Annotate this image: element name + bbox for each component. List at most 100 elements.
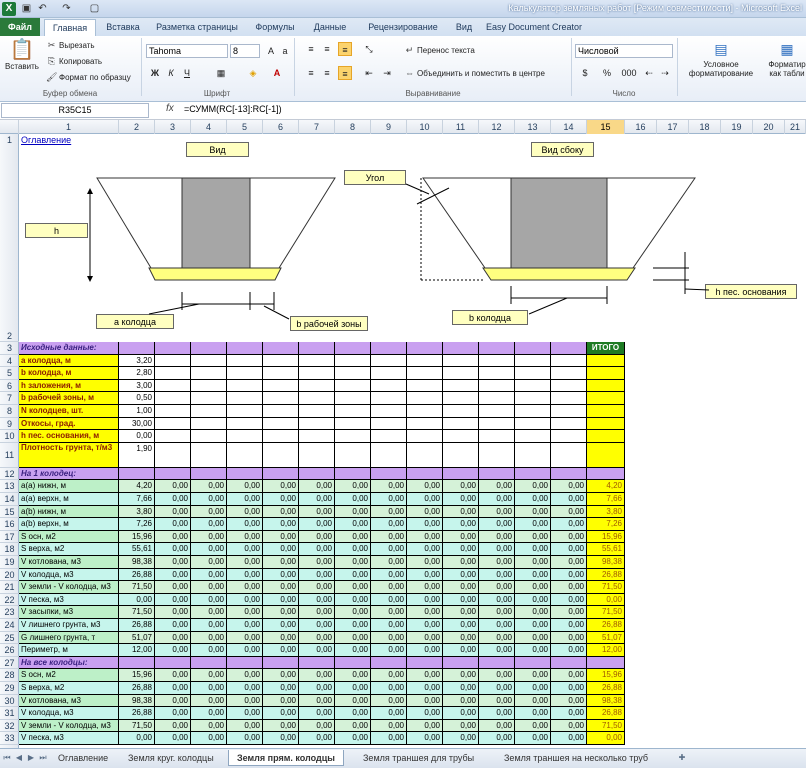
value-cell[interactable]: 0,00: [119, 593, 155, 607]
value-cell[interactable]: [299, 354, 335, 368]
band-cell[interactable]: [191, 656, 227, 670]
value-cell[interactable]: 0,00: [227, 619, 263, 632]
column-header[interactable]: 13: [515, 120, 551, 134]
value-cell[interactable]: [443, 354, 479, 368]
row-header[interactable]: 26: [0, 644, 19, 657]
value-cell[interactable]: 0,00: [479, 631, 515, 645]
value-cell[interactable]: [479, 417, 515, 431]
tab-insert[interactable]: Вставка: [100, 18, 146, 36]
value-cell[interactable]: 0,00: [551, 694, 587, 708]
value-cell[interactable]: 0,00: [551, 682, 587, 695]
value-cell[interactable]: 0,00: [407, 593, 443, 607]
value-cell[interactable]: 0,00: [335, 619, 371, 632]
value-cell[interactable]: 0,00: [407, 682, 443, 695]
value-cell[interactable]: 26,88: [119, 707, 155, 720]
band-cell[interactable]: [407, 342, 443, 355]
value-cell[interactable]: 0,00: [335, 530, 371, 544]
value-cell[interactable]: 1,90: [119, 442, 155, 468]
row-header[interactable]: 4: [0, 355, 19, 368]
value-cell[interactable]: [551, 392, 587, 405]
sheet-tab-trench-pipe[interactable]: Земля траншея для трубы: [355, 750, 482, 766]
row-header[interactable]: 7: [0, 392, 19, 405]
value-cell[interactable]: 0,00: [227, 732, 263, 745]
value-cell[interactable]: 0,00: [443, 556, 479, 569]
value-cell[interactable]: 0,00: [479, 530, 515, 544]
value-cell[interactable]: 0,00: [155, 581, 191, 594]
value-cell[interactable]: 0,00: [227, 719, 263, 733]
value-cell[interactable]: 0,00: [299, 505, 335, 519]
column-header[interactable]: 4: [191, 120, 227, 134]
value-cell[interactable]: 0,00: [515, 606, 551, 619]
format-painter-button[interactable]: 🖌 Формат по образцу: [46, 72, 131, 83]
value-cell[interactable]: [515, 379, 551, 393]
value-cell[interactable]: 0,00: [443, 505, 479, 519]
value-cell[interactable]: 4,20: [119, 480, 155, 493]
value-cell[interactable]: 0,00: [407, 568, 443, 582]
increase-indent-icon[interactable]: ⇥: [380, 66, 394, 80]
row-header[interactable]: 21: [0, 581, 19, 594]
band-cell[interactable]: [551, 467, 587, 481]
value-cell[interactable]: 0,00: [371, 682, 407, 695]
value-cell[interactable]: 0,00: [551, 719, 587, 733]
value-cell[interactable]: [263, 405, 299, 418]
total-cell[interactable]: 0,00: [587, 732, 625, 745]
band-cell[interactable]: [443, 656, 479, 670]
decrease-indent-icon[interactable]: ⇤: [362, 66, 376, 80]
value-cell[interactable]: [371, 417, 407, 431]
value-cell[interactable]: 0,00: [155, 732, 191, 745]
value-cell[interactable]: 0,00: [371, 631, 407, 645]
value-cell[interactable]: [335, 354, 371, 368]
value-cell[interactable]: 0,00: [371, 619, 407, 632]
value-cell[interactable]: 0,00: [263, 543, 299, 556]
total-cell[interactable]: [587, 392, 625, 405]
value-cell[interactable]: 0,00: [227, 505, 263, 519]
column-header[interactable]: 16: [625, 120, 657, 134]
value-cell[interactable]: 0,00: [227, 493, 263, 506]
row-header[interactable]: 30: [0, 695, 19, 708]
band-cell[interactable]: [155, 342, 191, 355]
total-cell[interactable]: [587, 405, 625, 418]
total-cell[interactable]: 26,88: [587, 707, 625, 720]
value-cell[interactable]: [479, 392, 515, 405]
value-cell[interactable]: 0,00: [191, 732, 227, 745]
value-cell[interactable]: 51,07: [119, 631, 155, 645]
band-cell[interactable]: [263, 342, 299, 355]
value-cell[interactable]: 0,00: [407, 644, 443, 657]
value-cell[interactable]: [155, 417, 191, 431]
value-cell[interactable]: 0,00: [515, 644, 551, 657]
band-cell[interactable]: [335, 342, 371, 355]
value-cell[interactable]: 0,50: [119, 392, 155, 405]
value-cell[interactable]: 0,00: [443, 543, 479, 556]
band-cell[interactable]: [443, 342, 479, 355]
value-cell[interactable]: 0,00: [407, 606, 443, 619]
value-cell[interactable]: 0,00: [443, 694, 479, 708]
value-cell[interactable]: [263, 392, 299, 405]
value-cell[interactable]: 0,00: [551, 543, 587, 556]
band-cell[interactable]: [587, 467, 625, 481]
value-cell[interactable]: 0,00: [335, 493, 371, 506]
value-cell[interactable]: 0,00: [191, 480, 227, 493]
band-cell[interactable]: [335, 467, 371, 481]
next-sheet-icon[interactable]: ▶: [26, 752, 36, 764]
value-cell[interactable]: 0,00: [407, 543, 443, 556]
value-cell[interactable]: 0,00: [263, 644, 299, 657]
number-format-combo[interactable]: Числовой: [575, 44, 673, 58]
column-header[interactable]: 2: [119, 120, 155, 134]
value-cell[interactable]: 7,26: [119, 518, 155, 531]
value-cell[interactable]: 0,00: [551, 619, 587, 632]
value-cell[interactable]: 0,00: [263, 732, 299, 745]
total-cell[interactable]: 26,88: [587, 568, 625, 582]
value-cell[interactable]: 0,00: [227, 556, 263, 569]
value-cell[interactable]: 26,88: [119, 682, 155, 695]
value-cell[interactable]: 0,00: [263, 593, 299, 607]
value-cell[interactable]: 0,00: [479, 493, 515, 506]
value-cell[interactable]: [227, 405, 263, 418]
value-cell[interactable]: 0,00: [263, 480, 299, 493]
column-header[interactable]: 19: [721, 120, 753, 134]
value-cell[interactable]: 7,66: [119, 493, 155, 506]
value-cell[interactable]: 0,00: [299, 707, 335, 720]
align-right-icon[interactable]: ≡: [338, 66, 352, 80]
value-cell[interactable]: 0,00: [551, 581, 587, 594]
band-cell[interactable]: [371, 656, 407, 670]
value-cell[interactable]: 0,00: [191, 719, 227, 733]
